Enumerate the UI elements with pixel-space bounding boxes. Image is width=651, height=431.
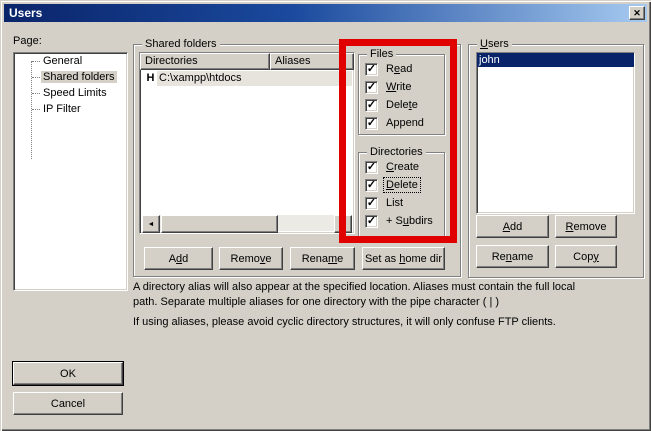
user-row-john[interactable]: john bbox=[477, 53, 634, 67]
button-label: Remove bbox=[566, 221, 607, 233]
list-label: List bbox=[384, 196, 405, 210]
alias-note-line1: A directory alias will also appear at th… bbox=[133, 281, 575, 293]
scroll-right-icon: ► bbox=[340, 221, 347, 228]
rename-directory-button[interactable]: Rename bbox=[290, 247, 355, 270]
button-label: Rename bbox=[302, 253, 344, 265]
copy-user-button[interactable]: Copy bbox=[555, 245, 617, 268]
delete-file-permission[interactable]: ✓ Delete bbox=[365, 96, 440, 114]
tree-item-shared-folders[interactable]: Shared folders bbox=[14, 69, 127, 85]
remove-user-button[interactable]: Remove bbox=[555, 215, 617, 238]
subdirs-permission[interactable]: ✓ + Subdirs bbox=[365, 212, 440, 230]
list-checkbox[interactable]: ✓ bbox=[365, 197, 378, 210]
write-checkbox[interactable]: ✓ bbox=[365, 81, 378, 94]
create-checkbox[interactable]: ✓ bbox=[365, 161, 378, 174]
tree-item-ip-filter[interactable]: IP Filter bbox=[14, 101, 127, 117]
button-label: Add bbox=[503, 221, 523, 233]
button-label: Rename bbox=[492, 251, 534, 263]
window-title: Users bbox=[4, 6, 629, 20]
tree-item-label: Speed Limits bbox=[41, 87, 109, 99]
directories-permissions-group: Directories ✓ Create ✓ Delete ✓ List ✓ +… bbox=[358, 152, 445, 239]
remove-directory-button[interactable]: Remove bbox=[219, 247, 283, 270]
tree-item-label: IP Filter bbox=[41, 103, 83, 115]
users-dialog: Users ✕ Page: General Shared folders Spe… bbox=[0, 0, 651, 431]
alias-note-line2: path. Separate multiple aliases for one … bbox=[133, 296, 499, 308]
ok-button[interactable]: OK bbox=[13, 362, 123, 385]
tree-item-label: General bbox=[41, 55, 84, 67]
users-group-label: Users bbox=[477, 38, 512, 50]
tree-item-general[interactable]: General bbox=[14, 53, 127, 69]
button-label: Copy bbox=[573, 251, 599, 263]
read-label: Read bbox=[384, 62, 414, 76]
delete-dir-permission[interactable]: ✓ Delete bbox=[365, 176, 440, 194]
title-bar: Users ✕ bbox=[4, 4, 647, 22]
scrollbar-thumb[interactable] bbox=[161, 215, 278, 233]
scroll-left-icon: ◄ bbox=[148, 221, 155, 228]
rename-user-button[interactable]: Rename bbox=[476, 245, 549, 268]
close-button[interactable]: ✕ bbox=[629, 6, 645, 20]
subdirs-checkbox[interactable]: ✓ bbox=[365, 215, 378, 228]
append-permission[interactable]: ✓ Append bbox=[365, 114, 440, 132]
close-icon: ✕ bbox=[633, 8, 641, 19]
create-permission[interactable]: ✓ Create bbox=[365, 158, 440, 176]
read-checkbox[interactable]: ✓ bbox=[365, 63, 378, 76]
set-as-home-dir-button[interactable]: Set as home dir bbox=[362, 247, 445, 270]
files-permissions-group: Files ✓ Read ✓ Write ✓ Delete ✓ Append bbox=[358, 54, 445, 135]
tree-item-label: Shared folders bbox=[41, 71, 117, 83]
column-header-aliases[interactable]: Aliases bbox=[270, 53, 354, 70]
write-label: Write bbox=[384, 80, 413, 94]
directories-list[interactable]: Directories Aliases H C:\xampp\htdocs ◄ … bbox=[139, 52, 355, 234]
home-flag: H bbox=[144, 71, 157, 86]
horizontal-scrollbar[interactable]: ◄ ► bbox=[142, 215, 352, 231]
tree-item-speed-limits[interactable]: Speed Limits bbox=[14, 85, 127, 101]
page-tree: General Shared folders Speed Limits IP F… bbox=[13, 52, 128, 291]
cancel-button[interactable]: Cancel bbox=[13, 392, 123, 415]
scroll-left-button[interactable]: ◄ bbox=[142, 215, 160, 233]
scroll-right-button[interactable]: ► bbox=[334, 215, 352, 233]
create-label: Create bbox=[384, 160, 421, 174]
cyclic-note: If using aliases, please avoid cyclic di… bbox=[133, 316, 556, 328]
directories-list-header: Directories Aliases bbox=[140, 53, 354, 70]
directory-row[interactable]: H C:\xampp\htdocs bbox=[140, 70, 354, 86]
page-label: Page: bbox=[13, 35, 42, 47]
append-label: Append bbox=[384, 116, 426, 130]
shared-folders-group-label: Shared folders bbox=[142, 38, 220, 50]
users-list[interactable]: john bbox=[476, 52, 635, 214]
button-label: Remove bbox=[231, 253, 272, 265]
button-label: Set as home dir bbox=[365, 253, 442, 265]
directories-group-label: Directories bbox=[367, 146, 426, 158]
delete-dir-checkbox[interactable]: ✓ bbox=[365, 179, 378, 192]
add-user-button[interactable]: Add bbox=[476, 215, 549, 238]
subdirs-label: + Subdirs bbox=[384, 214, 435, 228]
read-permission[interactable]: ✓ Read bbox=[365, 60, 440, 78]
delete-file-checkbox[interactable]: ✓ bbox=[365, 99, 378, 112]
append-checkbox[interactable]: ✓ bbox=[365, 117, 378, 130]
delete-dir-label: Delete bbox=[384, 178, 420, 192]
list-permission[interactable]: ✓ List bbox=[365, 194, 440, 212]
write-permission[interactable]: ✓ Write bbox=[365, 78, 440, 96]
add-directory-button[interactable]: Add bbox=[144, 247, 213, 270]
column-header-directories[interactable]: Directories bbox=[140, 53, 270, 70]
directory-path: C:\xampp\htdocs bbox=[157, 71, 352, 86]
delete-file-label: Delete bbox=[384, 98, 420, 112]
files-group-label: Files bbox=[367, 48, 396, 60]
button-label: Add bbox=[169, 253, 189, 265]
